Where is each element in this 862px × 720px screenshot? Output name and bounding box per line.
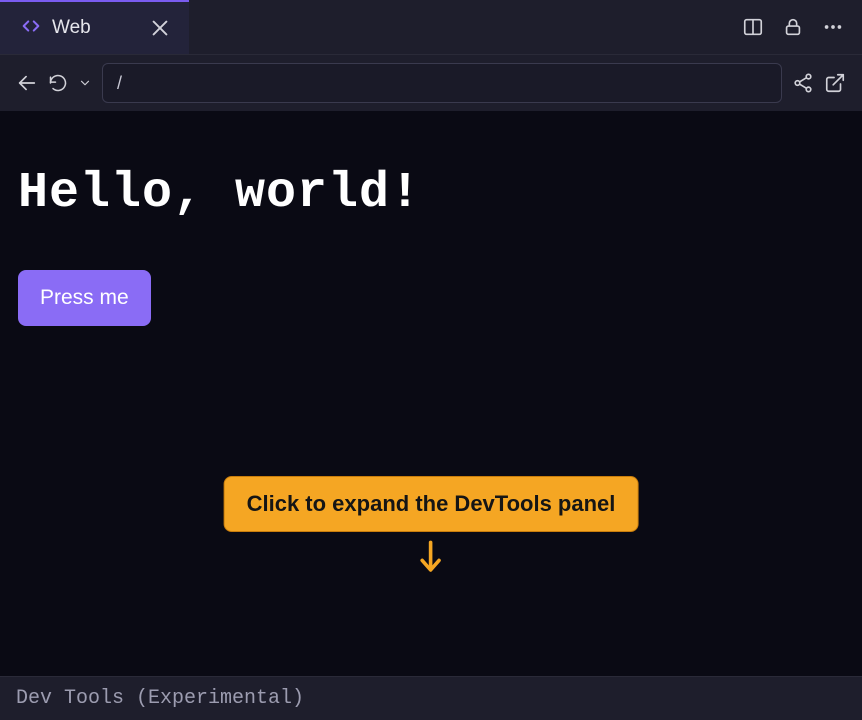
arrow-down-icon	[416, 540, 446, 576]
titlebar-spacer	[189, 0, 742, 54]
browser-toolbar	[0, 55, 862, 111]
code-icon	[20, 15, 42, 42]
devtools-hint: Click to expand the DevTools panel	[224, 476, 639, 576]
press-me-button[interactable]: Press me	[18, 270, 151, 326]
page-heading: Hello, world!	[18, 165, 844, 222]
back-button[interactable]	[16, 72, 38, 94]
tab-label: Web	[52, 17, 91, 39]
page-content: Hello, world! Press me Click to expand t…	[0, 111, 862, 676]
url-input[interactable]	[102, 63, 782, 103]
devtools-panel-collapsed[interactable]: Dev Tools (Experimental)	[0, 676, 862, 720]
close-icon[interactable]	[149, 17, 171, 39]
tab-web[interactable]: Web	[0, 0, 189, 54]
reload-button[interactable]	[48, 73, 68, 93]
lock-icon[interactable]	[782, 16, 804, 38]
devtools-label: Dev Tools (Experimental)	[16, 687, 304, 710]
tooltip-text: Click to expand the DevTools panel	[224, 476, 639, 532]
share-icon[interactable]	[792, 72, 814, 94]
more-icon[interactable]	[822, 16, 844, 38]
titlebar-actions	[742, 0, 862, 54]
reload-dropdown-icon[interactable]	[78, 76, 92, 90]
titlebar: Web	[0, 0, 862, 55]
split-panel-icon[interactable]	[742, 16, 764, 38]
open-external-icon[interactable]	[824, 72, 846, 94]
